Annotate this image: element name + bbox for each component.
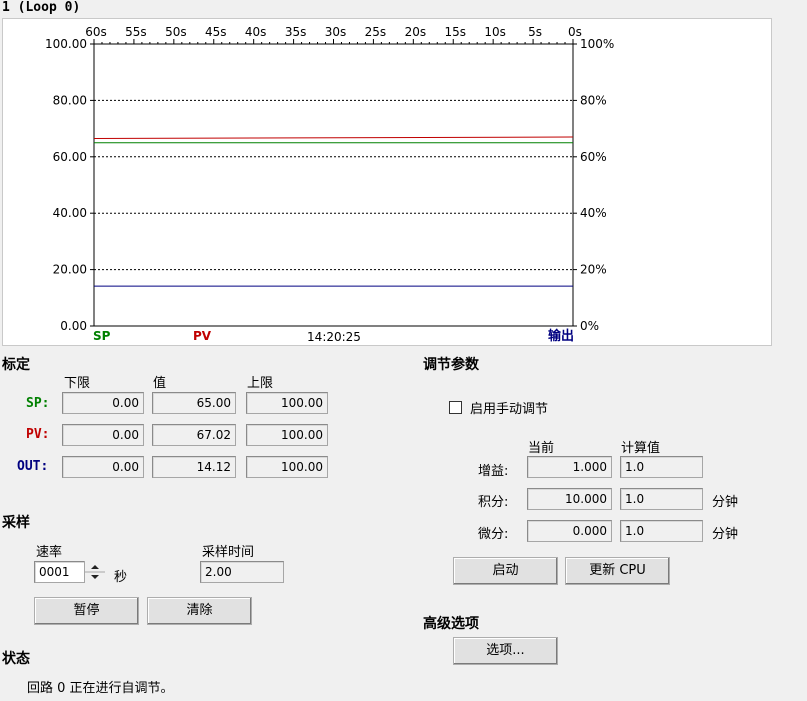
out-row-label: OUT: <box>17 459 49 474</box>
x-tick-label: 5s <box>528 25 542 39</box>
y-left-tick-label: 20.00 <box>53 263 87 277</box>
trend-chart: 60s 55s 50s 45s 40s 35s 30s 25s 20s 15s 10s 5s 0s 100… <box>2 18 772 346</box>
tuning-heading: 调节参数 <box>423 357 479 373</box>
integral-calc-field: 1.0 <box>620 488 703 510</box>
derivative-label: 微分: <box>478 527 509 542</box>
x-tick-label: 25s <box>365 25 387 39</box>
col-high-label: 上限 <box>247 376 274 391</box>
y-left-tick-label: 0.00 <box>60 319 87 333</box>
options-button[interactable]: 选项... <box>453 637 558 665</box>
x-tick-label: 35s <box>285 25 307 39</box>
sample-time-field: 2.00 <box>200 561 284 583</box>
derivative-calc-field: 1.0 <box>620 520 703 542</box>
pv-low-field: 0.00 <box>62 424 144 446</box>
x-tick-label: 10s <box>484 25 506 39</box>
x-tick-label: 55s <box>125 25 147 39</box>
y-right-tick-label: 40% <box>580 206 607 220</box>
y-right-tick-label: 0% <box>580 319 599 333</box>
pause-button[interactable]: 暂停 <box>34 597 139 625</box>
chart-time-label: 14:20:25 <box>307 330 361 344</box>
x-tick-label: 15s <box>444 25 466 39</box>
rate-label: 速率 <box>36 545 63 560</box>
legend-sp: SP <box>93 329 111 343</box>
y-left-tick-label: 80.00 <box>53 93 87 107</box>
col-low-label: 下限 <box>64 376 91 391</box>
pv-row-label: PV: <box>26 427 50 442</box>
x-tick-label: 60s <box>85 25 107 39</box>
y-right-tick-label: 20% <box>580 263 607 277</box>
sample-time-label: 采样时间 <box>202 545 255 560</box>
x-tick-label: 45s <box>205 25 227 39</box>
legend-pv: PV <box>193 329 212 343</box>
x-tick-label: 40s <box>245 25 267 39</box>
calibration-heading: 标定 <box>2 357 30 373</box>
x-tick-label: 50s <box>165 25 187 39</box>
pv-high-field[interactable]: 100.00 <box>246 424 328 446</box>
gain-current-field: 1.000 <box>527 456 612 478</box>
integral-current-field: 10.000 <box>527 488 612 510</box>
derivative-unit: 分钟 <box>712 527 739 542</box>
sampling-heading: 采样 <box>2 515 30 531</box>
rate-value: 0001 <box>39 565 70 579</box>
derivative-current-field: 0.000 <box>527 520 612 542</box>
start-button[interactable]: 启动 <box>453 557 558 585</box>
x-tick-label: 30s <box>325 25 347 39</box>
status-message: 回路 0 正在进行自调节。 <box>27 681 174 696</box>
sp-high-field[interactable]: 100.00 <box>246 392 328 414</box>
pv-value-field: 67.02 <box>152 424 236 446</box>
gain-calc-field: 1.0 <box>620 456 703 478</box>
y-right-tick-label: 60% <box>580 150 607 164</box>
series-line-pv <box>93 136 574 139</box>
y-left-tick-label: 60.00 <box>53 150 87 164</box>
sp-row-label: SP: <box>26 396 50 411</box>
out-value-field: 14.12 <box>152 456 236 478</box>
y-left-tick-label: 40.00 <box>53 206 87 220</box>
sp-value-field: 65.00 <box>152 392 236 414</box>
update-cpu-button[interactable]: 更新 CPU <box>565 557 670 585</box>
col-calc-label: 计算值 <box>621 441 661 456</box>
clear-button[interactable]: 清除 <box>147 597 252 625</box>
manual-tuning-label[interactable]: 启用手动调节 <box>470 398 548 417</box>
y-right-tick-label: 100% <box>580 37 614 51</box>
window-title: 1 (Loop 0) <box>2 0 81 15</box>
integral-label: 积分: <box>478 495 509 510</box>
integral-unit: 分钟 <box>712 495 739 510</box>
out-high-field[interactable]: 100.00 <box>246 456 328 478</box>
status-heading: 状态 <box>2 651 30 667</box>
legend-out: 输出 <box>548 328 574 344</box>
col-value-label: 值 <box>153 376 167 391</box>
advanced-heading: 高级选项 <box>423 616 479 632</box>
spinner-arrows-icon <box>85 565 105 579</box>
sp-low-field: 0.00 <box>62 392 144 414</box>
y-left-tick-label: 100.00 <box>45 37 87 51</box>
col-current-label: 当前 <box>528 441 555 456</box>
rate-unit: 秒 <box>114 570 128 585</box>
x-tick-label: 20s <box>405 25 427 39</box>
rate-spinner[interactable] <box>84 561 105 583</box>
trend-chart-svg: 60s 55s 50s 45s 40s 35s 30s 25s 20s 15s 10s 5s 0s100… <box>45 25 614 344</box>
y-right-tick-label: 80% <box>580 93 607 107</box>
gain-label: 增益: <box>478 464 509 479</box>
manual-tuning-checkbox[interactable] <box>449 401 462 414</box>
out-low-field: 0.00 <box>62 456 144 478</box>
